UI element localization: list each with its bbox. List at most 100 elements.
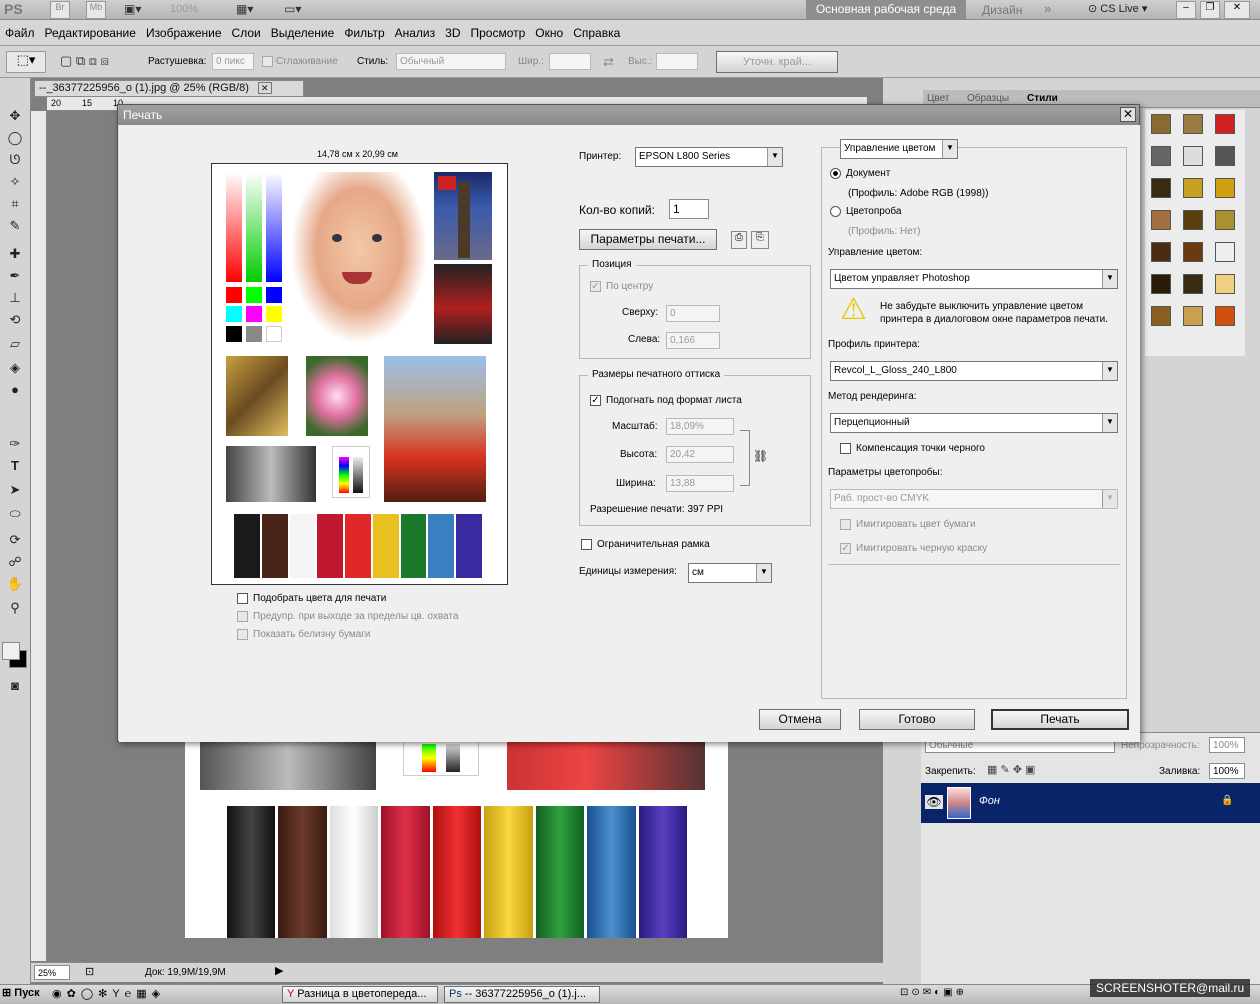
style-swatch[interactable] — [1151, 210, 1171, 230]
magic-wand-icon[interactable]: ✧ — [5, 172, 25, 192]
foreground-color-swatch[interactable] — [2, 642, 20, 660]
style-swatch[interactable] — [1183, 146, 1203, 166]
hand-tool-icon[interactable]: ✋ — [5, 574, 25, 594]
style-swatch[interactable] — [1151, 146, 1171, 166]
scale-input[interactable]: 18,09% — [666, 418, 734, 435]
tab-swatches[interactable]: Образцы — [967, 93, 1009, 104]
width-input[interactable]: 13,88 — [666, 475, 734, 492]
minibridge-button[interactable]: Mb — [86, 1, 106, 19]
style-swatch[interactable] — [1151, 306, 1171, 326]
screen-mode-icon[interactable]: ▣▾ — [124, 2, 150, 17]
bpc-checkbox[interactable] — [840, 443, 851, 454]
pen-tool-icon[interactable]: ✑ — [5, 434, 25, 454]
rendering-intent-select[interactable]: Перцепционный ▼ — [830, 413, 1118, 433]
orientation-portrait-icon[interactable]: ⎙ — [731, 231, 747, 249]
cslive-button[interactable]: ⊙ CS Live ▾ — [1088, 2, 1147, 15]
status-icon[interactable]: ⊡ — [85, 965, 94, 978]
fill-input[interactable]: 100% — [1209, 763, 1245, 779]
3d-orbit-icon[interactable]: ☍ — [5, 552, 25, 572]
marquee-tool-preset[interactable]: ⬚▾ — [6, 51, 46, 73]
printer-profile-select[interactable]: Revcol_L_Gloss_240_L800 ▼ — [830, 361, 1118, 381]
style-swatch[interactable] — [1183, 306, 1203, 326]
taskbar-item-browser[interactable]: Y Разница в цветопереда... — [282, 986, 438, 1003]
opacity-input[interactable]: 100% — [1209, 737, 1245, 753]
tab-color[interactable]: Цвет — [927, 93, 949, 104]
gradient-tool-icon[interactable]: ◈ — [5, 358, 25, 378]
style-select[interactable]: Обычный — [396, 53, 506, 70]
quicklaunch-icons[interactable]: ◉✿◯✻Y℮▦◈ — [52, 987, 165, 1000]
history-brush-icon[interactable]: ⟲ — [5, 310, 25, 330]
print-preview[interactable] — [211, 163, 508, 585]
document-tab[interactable]: --_36377225956_o (1).jpg @ 25% (RGB/8) ✕ — [34, 80, 304, 97]
menu-item[interactable]: Слои — [227, 20, 266, 40]
close-tab-icon[interactable]: ✕ — [257, 82, 272, 94]
layer-row[interactable]: 👁 Фон 🔒 — [921, 783, 1260, 823]
color-handling-select[interactable]: Цветом управляет Photoshop ▼ — [830, 269, 1118, 289]
menu-item[interactable]: 3D — [440, 20, 465, 40]
antialias-checkbox[interactable] — [262, 56, 273, 67]
simulate-paper-checkbox[interactable] — [840, 519, 851, 530]
workspace-active[interactable]: Основная рабочая среда — [806, 0, 966, 19]
style-swatch[interactable] — [1215, 114, 1235, 134]
healing-tool-icon[interactable]: ✚ — [5, 244, 25, 264]
units-select[interactable]: см ▼ — [688, 563, 772, 583]
screen-mode-2-icon[interactable]: ▭▾ — [284, 2, 301, 16]
workspace-more-icon[interactable]: » — [1044, 1, 1051, 16]
menu-item[interactable]: Анализ — [390, 20, 441, 40]
printer-select[interactable]: EPSON L800 Series ▼ — [635, 147, 783, 167]
style-swatch[interactable] — [1215, 210, 1235, 230]
move-tool-icon[interactable]: ✥ — [5, 106, 25, 126]
eraser-tool-icon[interactable]: ▱ — [5, 334, 25, 354]
restore-button[interactable]: ❐ — [1200, 1, 1220, 19]
workspace-design[interactable]: Дизайн — [982, 3, 1022, 17]
start-button[interactable]: ⊞ Пуск — [0, 986, 44, 1003]
stamp-tool-icon[interactable]: ⊥ — [5, 288, 25, 308]
width-input[interactable] — [549, 53, 591, 70]
proof-setup-select[interactable]: Раб. прост-во CMYK ▼ — [830, 489, 1118, 509]
zoom-tool-icon[interactable]: ⚲ — [5, 598, 25, 618]
refine-edge-button[interactable]: Уточн. край... — [716, 51, 838, 73]
minimize-button[interactable]: – — [1176, 1, 1196, 19]
style-swatch[interactable] — [1183, 114, 1203, 134]
3d-rotate-icon[interactable]: ⟳ — [5, 530, 25, 550]
menu-item[interactable]: Справка — [568, 20, 625, 40]
marquee-tool-icon[interactable]: ◯ — [5, 128, 25, 148]
lock-icons[interactable]: ▦ ✎ ✥ ▣ — [987, 763, 1035, 776]
selection-mode-icons[interactable]: ▢ ⧉ ⧈ ⧇ — [60, 53, 109, 69]
height-input[interactable]: 20,42 — [666, 446, 734, 463]
style-swatch[interactable] — [1215, 242, 1235, 262]
style-swatch[interactable] — [1183, 242, 1203, 262]
simulate-ink-checkbox[interactable]: ✓ — [840, 543, 851, 554]
menu-item[interactable]: Редактирование — [40, 20, 141, 40]
status-menu-icon[interactable]: ▶ — [275, 964, 283, 977]
print-settings-button[interactable]: Параметры печати... — [579, 229, 717, 250]
style-swatch[interactable] — [1151, 274, 1171, 294]
print-button[interactable]: Печать — [991, 709, 1129, 730]
height-input[interactable] — [656, 53, 698, 70]
menu-item[interactable]: Фильтр — [339, 20, 389, 40]
style-swatch[interactable] — [1183, 274, 1203, 294]
copies-input[interactable]: 1 — [669, 199, 709, 219]
style-swatch[interactable] — [1151, 114, 1171, 134]
bridge-button[interactable]: Br — [50, 1, 70, 19]
menu-item[interactable]: Просмотр — [465, 20, 530, 40]
style-swatch[interactable] — [1183, 210, 1203, 230]
visibility-eye-icon[interactable]: 👁 — [925, 795, 943, 809]
menu-item[interactable]: Выделение — [266, 20, 340, 40]
menu-item[interactable]: Файл — [0, 20, 40, 40]
close-window-button[interactable]: ✕ — [1224, 1, 1250, 19]
menu-item[interactable]: Изображение — [141, 20, 227, 40]
top-input[interactable]: 0 — [666, 305, 720, 322]
feather-input[interactable]: 0 пикс — [212, 53, 254, 70]
chain-link-icon[interactable]: ⛓ — [753, 449, 768, 463]
taskbar-item-photoshop[interactable]: Ps -- 36377225956_o (1).j... — [444, 986, 600, 1003]
fit-media-checkbox[interactable]: ✓ — [590, 395, 601, 406]
color-mode-select[interactable]: Управление цветом ▼ — [840, 139, 958, 159]
menu-item[interactable]: Окно — [530, 20, 568, 40]
eyedropper-tool-icon[interactable]: ✎ — [5, 216, 25, 236]
style-swatch[interactable] — [1151, 178, 1171, 198]
orientation-landscape-icon[interactable]: ⎘ — [751, 231, 769, 249]
match-colors-checkbox[interactable] — [237, 593, 248, 604]
brush-tool-icon[interactable]: ✒ — [5, 266, 25, 286]
style-swatch[interactable] — [1151, 242, 1171, 262]
